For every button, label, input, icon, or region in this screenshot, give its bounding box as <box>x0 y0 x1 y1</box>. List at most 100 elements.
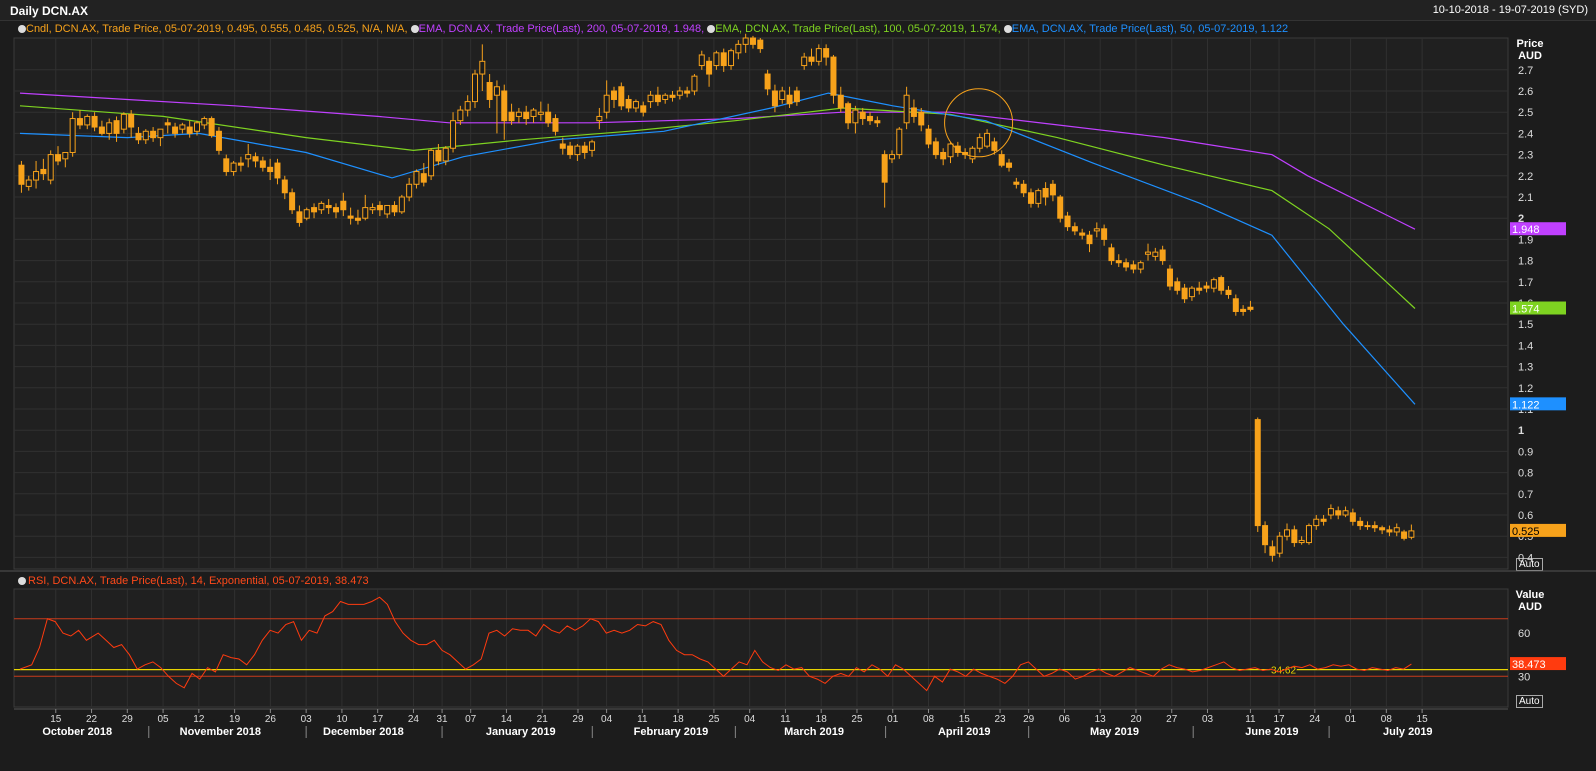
candle-body <box>1349 512 1356 522</box>
candle-body <box>530 109 537 117</box>
candle-body <box>164 122 171 126</box>
candle-body <box>903 94 910 124</box>
candle-body <box>1130 264 1137 270</box>
x-day-label: 15 <box>50 714 62 725</box>
candle-body <box>508 111 515 122</box>
x-day-label: 11 <box>637 714 648 725</box>
candle-body <box>457 109 464 122</box>
x-day-label: 23 <box>994 714 1006 725</box>
price-tick-label: 1.3 <box>1518 362 1533 374</box>
x-day-label: 29 <box>572 714 584 725</box>
chart-canvas[interactable]: 0.40.50.60.70.80.911.11.21.31.41.51.61.7… <box>0 0 1596 771</box>
candle-body <box>1284 529 1291 537</box>
candle-body <box>567 145 574 156</box>
x-day-label: 17 <box>372 714 384 725</box>
candle-body <box>859 111 866 120</box>
candle-body <box>259 160 266 168</box>
candle-body <box>106 122 113 134</box>
candle-body <box>640 105 647 113</box>
candle-body <box>596 115 603 122</box>
candle-body <box>464 101 471 111</box>
candle-body <box>793 90 800 103</box>
x-day-label: 29 <box>1023 714 1035 725</box>
candle-body <box>742 37 749 45</box>
price-tick-label: 2.1 <box>1518 192 1533 204</box>
x-day-label: 24 <box>408 714 420 725</box>
x-day-label: 04 <box>601 714 613 725</box>
candle-body <box>376 204 383 211</box>
candle-body <box>135 132 142 141</box>
candle-body <box>537 111 544 115</box>
candle-body <box>574 145 581 156</box>
candle-body <box>479 60 486 75</box>
candle-body <box>340 200 347 211</box>
candle-body <box>311 207 318 213</box>
x-day-label: 31 <box>437 714 449 725</box>
x-day-label: 20 <box>1130 714 1142 725</box>
price-tick-label: 1.2 <box>1518 383 1533 395</box>
candle-body <box>1181 287 1188 300</box>
x-day-label: 13 <box>1095 714 1107 725</box>
candle-body <box>969 147 976 160</box>
candle-body <box>1137 262 1144 270</box>
candle-body <box>1298 539 1305 544</box>
candle-body <box>398 196 405 213</box>
candle-body <box>325 204 332 209</box>
price-tick-label: 1.7 <box>1518 277 1533 289</box>
x-day-label: 25 <box>708 714 720 725</box>
candle-body <box>706 60 713 75</box>
x-day-label: 08 <box>1381 714 1393 725</box>
candle-body <box>910 107 917 117</box>
x-day-label: 06 <box>1059 714 1071 725</box>
candle-body <box>1357 520 1364 527</box>
candle-body <box>545 111 552 124</box>
candle-body <box>1006 162 1013 168</box>
x-day-label: 03 <box>1202 714 1214 725</box>
candle-body <box>728 50 735 67</box>
price-tick-label: 0.8 <box>1518 468 1533 480</box>
x-day-label: 08 <box>923 714 935 725</box>
candle-body <box>662 94 669 100</box>
candle-body <box>1342 510 1349 516</box>
price-tag-label: 1.948 <box>1512 224 1540 236</box>
candle-body <box>552 118 559 132</box>
x-day-label: 03 <box>301 714 313 725</box>
candle-body <box>384 204 391 215</box>
x-day-label: 10 <box>336 714 348 725</box>
candle-body <box>1101 228 1108 240</box>
candle-body <box>632 101 639 109</box>
candle-body <box>1371 525 1378 529</box>
price-tick-label: 0.6 <box>1518 510 1533 522</box>
price-tick-label: 0.7 <box>1518 489 1533 501</box>
candle-body <box>684 90 691 94</box>
candle-body <box>1115 260 1122 264</box>
candle-body <box>764 73 771 90</box>
candle-body <box>245 154 252 160</box>
candle-body <box>1210 279 1217 289</box>
candle-body <box>1262 525 1269 546</box>
x-day-label: 01 <box>887 714 899 725</box>
rsi-tick-label: 30 <box>1518 671 1530 683</box>
candle-body <box>925 128 932 145</box>
candle-body <box>1247 306 1254 310</box>
candle-body <box>1152 251 1159 257</box>
candle-body <box>845 103 852 124</box>
candle-body <box>720 52 727 67</box>
candle-body <box>676 90 683 96</box>
candle-body <box>201 118 208 126</box>
price-tick-label: 2.4 <box>1518 128 1533 140</box>
x-day-label: 11 <box>1245 714 1256 725</box>
x-day-label: 19 <box>229 714 241 725</box>
candle-body <box>215 130 222 151</box>
price-tick-label: 0.4 <box>1518 552 1533 564</box>
candle-body <box>823 48 830 58</box>
candle-body <box>713 52 720 67</box>
candle-body <box>230 162 237 173</box>
candle-body <box>1166 268 1173 287</box>
candle-body <box>1108 247 1115 262</box>
candle-body <box>435 149 442 162</box>
x-month-label: February 2019 <box>634 726 709 738</box>
x-day-label: 17 <box>1273 714 1285 725</box>
candle-body <box>179 124 186 130</box>
candle-body <box>918 111 925 126</box>
